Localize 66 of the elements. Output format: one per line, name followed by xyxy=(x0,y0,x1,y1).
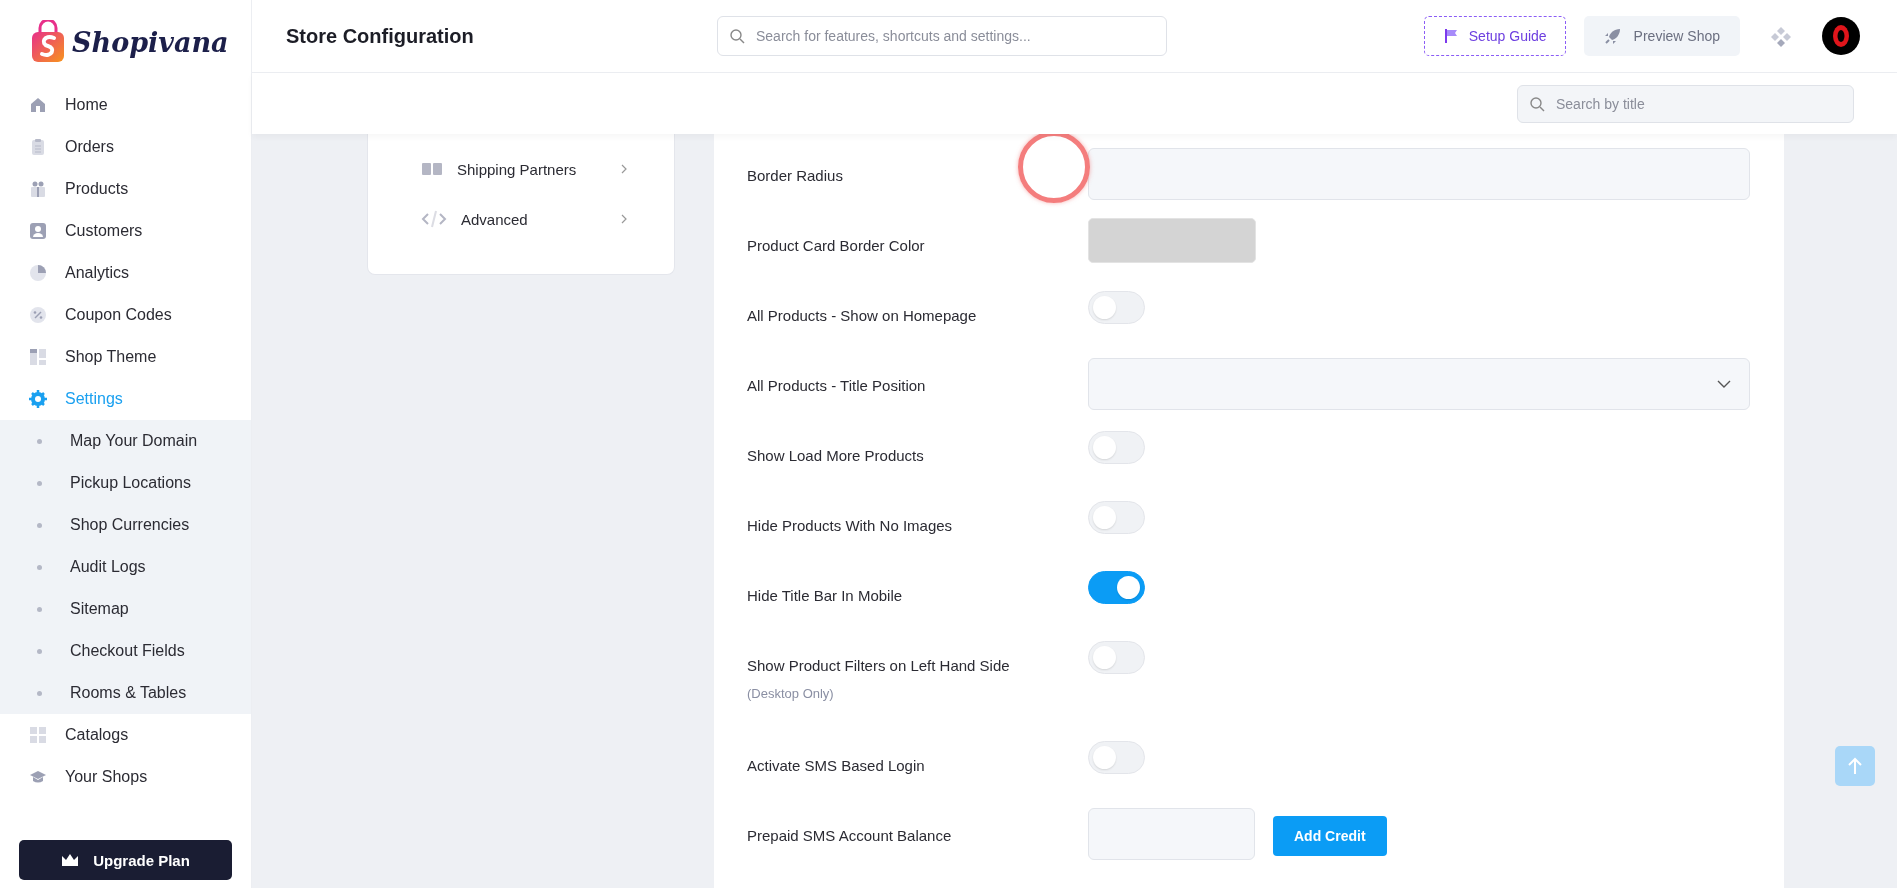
search-field[interactable]: Search for features, shortcuts and settings... xyxy=(717,16,1167,56)
apps-icon[interactable] xyxy=(1770,25,1792,47)
field-note: (Desktop Only) xyxy=(747,686,835,701)
search-field[interactable]: Search by title xyxy=(1517,84,1854,123)
avatar-icon[interactable] xyxy=(1822,17,1860,55)
home-icon xyxy=(29,96,47,114)
sidebar-subitem[interactable]: Checkout Fields xyxy=(0,630,251,672)
field-label: Border Radius xyxy=(747,167,844,184)
clipboard-icon xyxy=(29,138,47,156)
field-label: Hide Products With No Images xyxy=(747,517,954,534)
layout-icon xyxy=(29,348,47,366)
percent-badge-icon xyxy=(29,306,47,324)
logo-wordmark: Shopivana xyxy=(72,26,229,58)
sidebar-subitem[interactable]: Sitemap xyxy=(0,588,251,630)
sidebar-item[interactable]: Coupon Codes xyxy=(0,294,251,336)
preview-shop-button[interactable]: Preview Shop xyxy=(1583,16,1740,56)
code-icon xyxy=(421,210,447,228)
search-icon xyxy=(729,28,745,44)
field-label: Product Card Border Color xyxy=(747,237,926,254)
field-label: All Products - Title Position xyxy=(747,377,927,394)
dropdown-field[interactable] xyxy=(1088,358,1750,410)
sidebar-subitem[interactable]: Audit Logs xyxy=(0,546,251,588)
sidebar-subitem[interactable]: Map Your Domain xyxy=(0,420,251,462)
scroll-top-button[interactable] xyxy=(1835,746,1875,786)
field-label: Prepaid SMS Account Balance xyxy=(747,827,953,844)
input-field[interactable] xyxy=(1088,148,1750,200)
setup-guide-button[interactable]: Setup Guide xyxy=(1423,16,1566,56)
search-icon xyxy=(1529,95,1545,112)
field-label: Hide Title Bar In Mobile xyxy=(747,587,904,604)
chevron-right-icon xyxy=(620,213,628,225)
sidebar-item[interactable]: Analytics xyxy=(0,252,251,294)
pie-chart-icon xyxy=(29,264,47,282)
input-field[interactable] xyxy=(1088,808,1255,860)
sidebar-item[interactable]: Orders xyxy=(0,126,251,168)
sidebar-item[interactable]: Customers xyxy=(0,210,251,252)
sidebar-item[interactable]: Shop Theme xyxy=(0,336,251,378)
sidebar-subitem[interactable]: Rooms & Tables xyxy=(0,672,251,714)
chevron-right-icon xyxy=(620,163,628,175)
page-title: Store Configuration xyxy=(286,24,475,48)
click-indicator xyxy=(1018,134,1090,203)
settings-menu-item[interactable]: Advanced xyxy=(368,194,674,244)
gear-icon xyxy=(29,390,47,408)
settings-menu-item[interactable]: Shipping Partners xyxy=(368,144,674,194)
blocks-icon xyxy=(421,161,443,177)
person-card-icon xyxy=(29,222,47,240)
flag-icon xyxy=(1442,28,1459,44)
sidebar-item[interactable]: Catalogs xyxy=(0,714,251,756)
logo-icon xyxy=(30,20,66,64)
color-picker[interactable] xyxy=(1088,218,1256,263)
toggle-switch[interactable] xyxy=(1088,571,1145,604)
chevron-down-icon xyxy=(1717,380,1731,388)
rocket-icon xyxy=(1603,27,1622,45)
field-label: Show Product Filters on Left Hand Side xyxy=(747,657,1011,674)
arrow-up-icon xyxy=(1847,757,1863,775)
crown-icon xyxy=(61,853,80,867)
gift-icon xyxy=(29,180,47,198)
field-label: Show Load More Products xyxy=(747,447,925,464)
sidebar-item[interactable]: Your Shops xyxy=(0,756,251,798)
sidebar-item[interactable]: Home xyxy=(0,84,251,126)
sidebar-subitem[interactable]: Pickup Locations xyxy=(0,462,251,504)
field-label: All Products - Show on Homepage xyxy=(747,307,978,324)
grid-icon xyxy=(29,726,47,744)
upgrade-plan-button[interactable]: Upgrade Plan xyxy=(19,840,232,880)
field-label: Activate SMS Based Login xyxy=(747,757,926,774)
sidebar-item[interactable]: Products xyxy=(0,168,251,210)
sidebar-subitem[interactable]: Shop Currencies xyxy=(0,504,251,546)
